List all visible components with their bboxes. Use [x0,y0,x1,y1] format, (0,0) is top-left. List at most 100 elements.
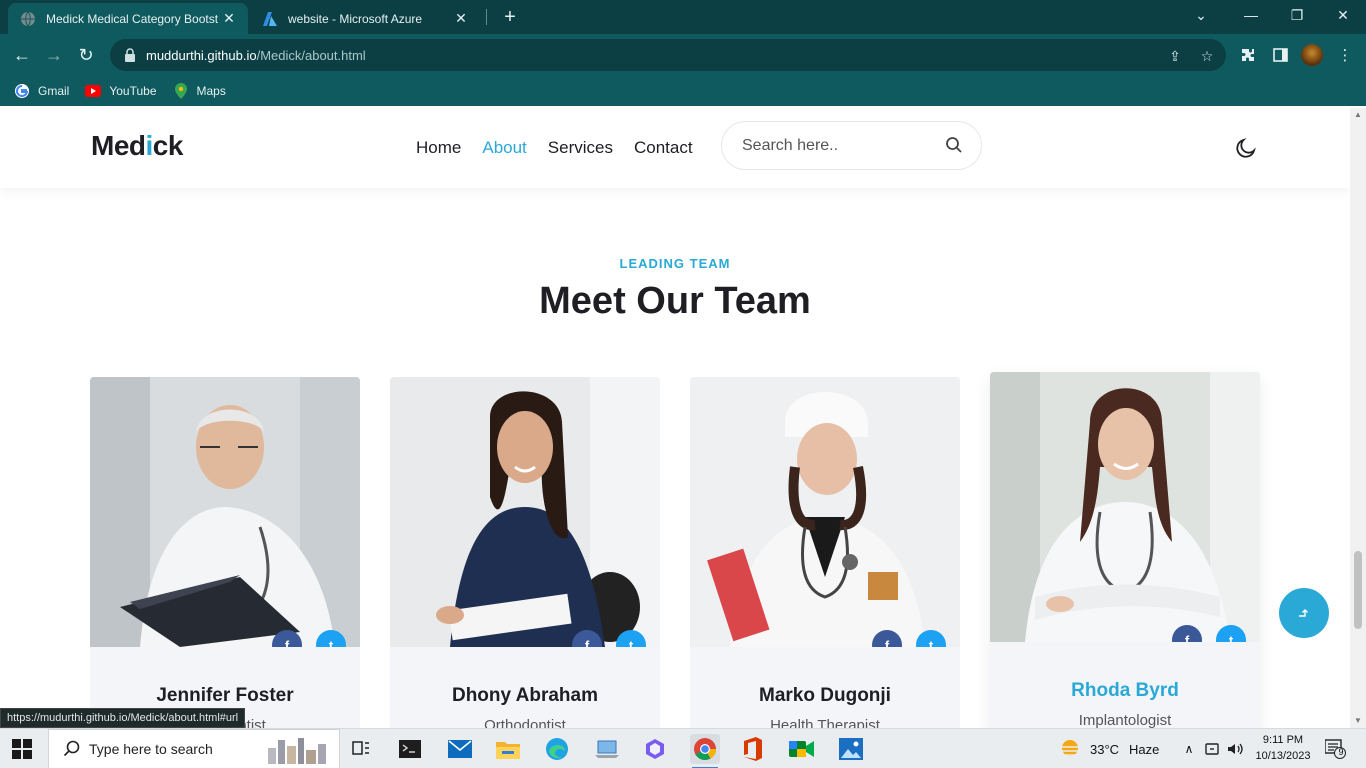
copilot-icon[interactable] [640,734,670,764]
social-links: f t [1158,625,1246,642]
back-to-top-button[interactable] [1279,588,1329,638]
system-tray: ∧ [1180,729,1244,768]
reload-icon[interactable]: ↻ [74,43,98,67]
member-name: Jennifer Foster [156,685,294,706]
bookmark-label: Gmail [38,84,70,98]
chrome-icon[interactable] [690,734,720,768]
social-links: f t [558,630,646,647]
twitter-icon[interactable]: t [316,630,346,647]
main-nav: Home About Services Contact [416,138,714,158]
twitter-icon[interactable]: t [1216,625,1246,642]
team-photo: f t [990,372,1260,642]
new-tab-icon[interactable]: + [498,5,522,29]
team-photo: f t [90,377,360,647]
facebook-icon[interactable]: f [272,630,302,647]
file-explorer-icon[interactable] [493,734,523,764]
url-path: /Medick/about.html [256,47,366,63]
site-search [721,121,982,170]
tab-azure[interactable]: website - Microsoft Azure ✕ [250,3,480,34]
search-input[interactable] [742,136,932,155]
facebook-icon[interactable]: f [1172,625,1202,642]
twitter-icon[interactable]: t [916,630,946,647]
member-role: Implantologist [1078,712,1172,728]
chevron-up-icon[interactable]: ∧ [1180,742,1198,756]
close-tab-icon[interactable]: ✕ [220,9,238,27]
bookmarks-bar: Gmail YouTube Maps [0,76,1366,106]
weather-desc: Haze [1129,741,1160,757]
close-window-icon[interactable]: ✕ [1320,0,1366,30]
windows-start-icon[interactable] [12,739,32,759]
taskbar-search[interactable]: Type here to search [48,729,340,768]
os-taskbar: Type here to search 33°C Haze ∧ 9:11 PM … [0,728,1366,768]
search-icon[interactable] [945,136,963,154]
taskbar-search-placeholder: Type here to search [89,741,213,757]
taskbar-clock[interactable]: 9:11 PM 10/13/2023 [1248,732,1318,764]
scroll-up-icon[interactable]: ▲ [1354,111,1362,119]
url-host: muddurthi.github.io [146,47,257,63]
mail-icon[interactable] [445,734,475,764]
nav-home[interactable]: Home [416,138,461,158]
maximize-icon[interactable]: ❐ [1274,0,1320,30]
more-menu-icon[interactable]: ⋮ [1334,44,1356,66]
city-skyline-icon [268,738,326,764]
window-controls: ⌄ — ❐ ✕ [1174,0,1366,30]
team-card[interactable]: f t Marko Dugonji Health Therapist [690,377,960,728]
facebook-icon[interactable]: f [872,630,902,647]
clock-date: 10/13/2023 [1255,750,1311,762]
forward-icon[interactable]: → [42,43,66,67]
section-title: Meet Our Team [539,280,811,322]
page-scrollbar[interactable]: ▲ ▼ [1350,108,1366,728]
nav-about[interactable]: About [482,138,526,158]
scrollbar-thumb[interactable] [1354,551,1362,629]
bookmark-star-icon[interactable]: ☆ [1198,47,1216,65]
close-tab-icon[interactable]: ✕ [452,9,470,27]
gmail-icon [14,83,30,99]
bookmark-gmail[interactable]: Gmail [14,83,69,99]
tab-search-chevron-icon[interactable]: ⌄ [1174,0,1228,30]
device-icon[interactable] [1204,741,1220,757]
meet-icon[interactable] [787,734,817,764]
nav-services[interactable]: Services [548,138,613,158]
haze-icon [1059,740,1081,756]
member-role: Orthodontist [484,717,566,728]
tab-medick[interactable]: Medick Medical Category Bootst ✕ [8,3,248,34]
member-role: Health Therapist [770,717,880,728]
weather-widget[interactable]: 33°C Haze [1058,729,1159,768]
bookmark-youtube[interactable]: YouTube [85,83,157,99]
back-icon[interactable]: ← [10,43,34,67]
edge-browser-icon[interactable] [542,734,572,764]
weather-temp: 33°C [1090,741,1120,757]
search-icon [63,740,80,757]
task-view-icon[interactable] [346,734,376,764]
scroll-down-icon[interactable]: ▼ [1354,717,1362,725]
site-header: Medick Home About Services Contact [0,108,1350,188]
site-logo[interactable]: Medick [91,130,183,162]
office-icon[interactable] [738,734,768,764]
team-card[interactable]: f t Jennifer Foster Orthodontist [90,377,360,728]
profile-avatar[interactable] [1301,44,1323,66]
laptop-app-icon[interactable] [592,734,622,764]
side-panel-icon[interactable] [1269,44,1291,66]
team-card[interactable]: f t Rhoda Byrd Implantologist [990,372,1260,728]
terminal-icon[interactable] [395,734,425,764]
nav-contact[interactable]: Contact [634,138,693,158]
moon-icon[interactable] [1234,136,1258,160]
notifications-icon[interactable]: 9 [1324,739,1347,759]
team-photo: f t [390,377,660,647]
social-links: f t [858,630,946,647]
address-bar[interactable]: muddurthi.github.io/Medick/about.html ⇪ … [110,39,1226,71]
twitter-icon[interactable]: t [616,630,646,647]
arrow-up-icon [1299,609,1308,617]
team-card[interactable]: f t Dhony Abraham Orthodontist [390,377,660,728]
speaker-icon[interactable] [1226,741,1244,757]
facebook-icon[interactable]: f [572,630,602,647]
bookmark-label: Maps [196,84,226,98]
social-links: f t [258,630,346,647]
bookmark-maps[interactable]: Maps [173,83,226,99]
share-icon[interactable]: ⇪ [1166,47,1184,65]
section-kicker: LEADING TEAM [619,256,731,271]
extensions-icon[interactable] [1237,44,1259,66]
minimize-icon[interactable]: — [1228,0,1274,30]
clock-time: 9:11 PM [1262,734,1304,746]
photos-icon[interactable] [836,734,866,764]
